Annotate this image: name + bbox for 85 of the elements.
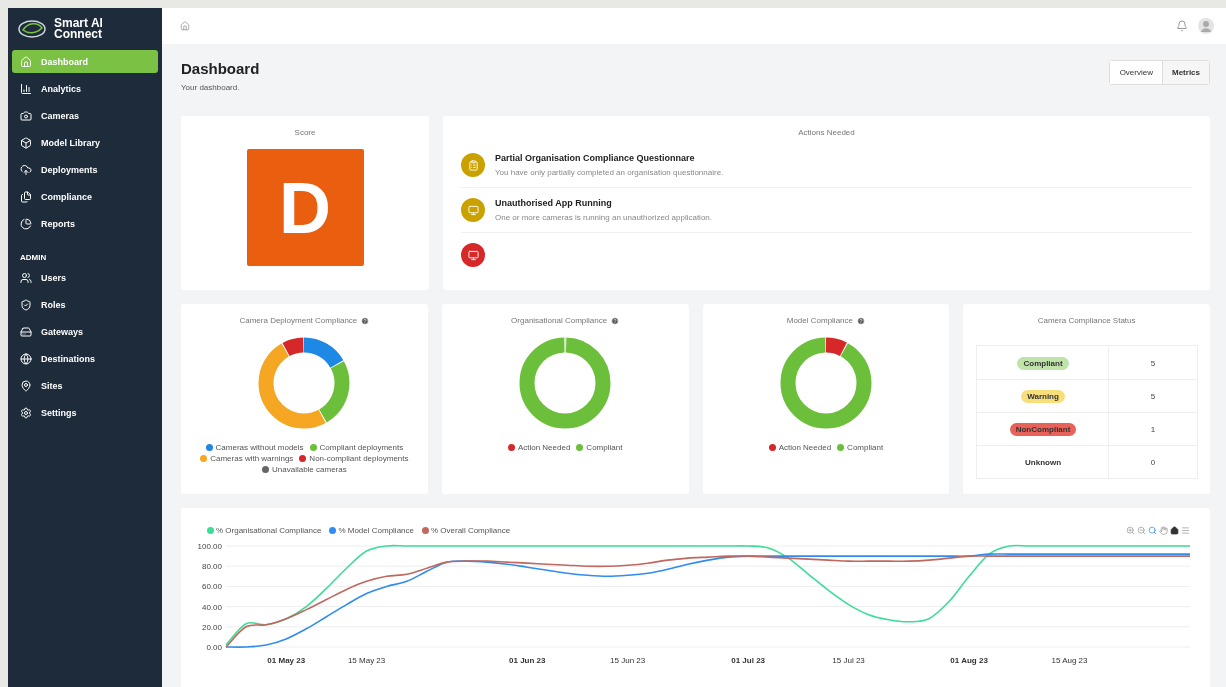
legend-item[interactable]: Compliant — [837, 443, 884, 452]
status-badge: Warning — [1021, 389, 1065, 403]
axis-label: 15 Aug 23 — [1051, 656, 1088, 665]
card-title: Organisational Compliance — [511, 316, 608, 325]
nav-icon — [20, 136, 32, 149]
nav-icon — [20, 379, 32, 392]
zoom-out-icon[interactable] — [1137, 526, 1146, 535]
card-title: Actions Needed — [798, 128, 855, 137]
notification-icon[interactable] — [1176, 20, 1188, 32]
table-cell: 1 — [1150, 424, 1156, 434]
nav-icon — [20, 163, 32, 176]
legend-item[interactable]: Cameras without models — [205, 443, 304, 452]
axis-label: 20.00 — [201, 622, 222, 632]
brand-name: Smart AI Connect — [54, 18, 104, 40]
nav-icon — [20, 217, 32, 230]
avatar-icon[interactable] — [1198, 18, 1214, 34]
axis-label: 01 May 23 — [267, 656, 306, 665]
action-description: You have only partially completed an organisation questionnaire. — [495, 168, 724, 177]
legend-item[interactable]: Non-compliant deployments — [299, 454, 409, 463]
legend-item[interactable]: % Overall Compliance — [422, 526, 511, 535]
axis-label: 40.00 — [201, 602, 222, 612]
page-subtitle: Your dashboard. — [181, 83, 241, 92]
legend-item[interactable]: % Organisational Compliance — [207, 526, 322, 535]
nav-item[interactable]: Model Library — [12, 131, 158, 154]
nav-icon — [20, 325, 32, 338]
nav-item[interactable]: Analytics — [12, 77, 158, 100]
help-icon[interactable] — [857, 316, 865, 325]
page-title: Dashboard — [181, 60, 260, 77]
card-title: Camera Deployment Compliance — [239, 316, 358, 325]
card-title: Camera Compliance Status — [1037, 316, 1136, 325]
logo-icon — [18, 18, 48, 40]
legend-item[interactable]: Cameras with warnings — [200, 454, 294, 463]
nav-icon — [20, 406, 32, 419]
nav-item[interactable]: Users — [12, 266, 158, 289]
nav-item[interactable]: Deployments — [12, 158, 158, 181]
axis-label: 15 May 23 — [347, 656, 386, 665]
axis-label: 0.00 — [206, 643, 222, 652]
nav-item[interactable]: Sites — [12, 374, 158, 397]
nav-icon — [20, 109, 32, 122]
nav-icon — [20, 55, 32, 68]
axis-label: 15 Jul 23 — [832, 656, 865, 665]
legend-item[interactable]: Action Needed — [507, 443, 571, 452]
legend-item[interactable]: Action Needed — [768, 443, 832, 452]
axis-label: 01 Jun 23 — [509, 656, 546, 665]
nav-item[interactable]: Reports — [12, 212, 158, 235]
score-grade: D — [246, 149, 364, 266]
nav-icon — [20, 352, 32, 365]
zoom-in-icon[interactable] — [1126, 526, 1135, 535]
axis-label: 100.00 — [197, 542, 222, 551]
action-description: One or more cameras is running an unauthorized application. — [495, 213, 712, 222]
nav-icon — [20, 271, 32, 284]
view-tab[interactable]: Metrics — [1162, 61, 1209, 84]
axis-label: 15 Jun 23 — [610, 656, 646, 665]
search-icon[interactable] — [1148, 526, 1157, 535]
home-icon[interactable] — [1170, 526, 1179, 535]
card-title: Model Compliance — [786, 316, 853, 325]
table-cell: 5 — [1150, 391, 1156, 401]
legend-item[interactable]: Compliant deployments — [309, 443, 404, 452]
nav-item[interactable]: Roles — [12, 293, 158, 316]
legend-item[interactable]: Unavailable cameras — [262, 465, 347, 474]
help-icon[interactable] — [611, 316, 620, 325]
nav-item[interactable]: Gateways — [12, 320, 158, 343]
axis-label: 01 Aug 23 — [950, 656, 988, 665]
nav-item[interactable]: Destinations — [12, 347, 158, 370]
card-title: Score — [294, 128, 316, 137]
help-icon[interactable] — [361, 316, 370, 325]
nav-item[interactable]: Cameras — [12, 104, 158, 127]
status-badge: Compliant — [1017, 356, 1069, 370]
nav-icon — [20, 82, 32, 95]
table-cell: 5 — [1150, 358, 1156, 368]
nav-item[interactable]: Settings — [12, 401, 158, 424]
axis-label: 60.00 — [201, 582, 222, 592]
action-title[interactable]: Unauthorised App Running — [495, 198, 712, 208]
status-badge: NonCompliant — [1009, 422, 1077, 436]
nav-icon — [20, 190, 32, 203]
action-title[interactable]: Partial Organisation Compliance Questionnare — [495, 153, 724, 163]
status-label: Unknown — [1025, 457, 1061, 467]
axis-label: 80.00 — [201, 562, 222, 572]
table-cell: 0 — [1150, 457, 1156, 467]
legend-item[interactable]: % Model Compliance — [329, 526, 414, 535]
nav-icon — [20, 298, 32, 311]
legend-item[interactable]: Compliant — [576, 443, 623, 452]
axis-label: 01 Jul 23 — [731, 656, 766, 665]
section-heading: ADMIN — [19, 252, 48, 262]
nav-item[interactable]: Compliance — [12, 185, 158, 208]
